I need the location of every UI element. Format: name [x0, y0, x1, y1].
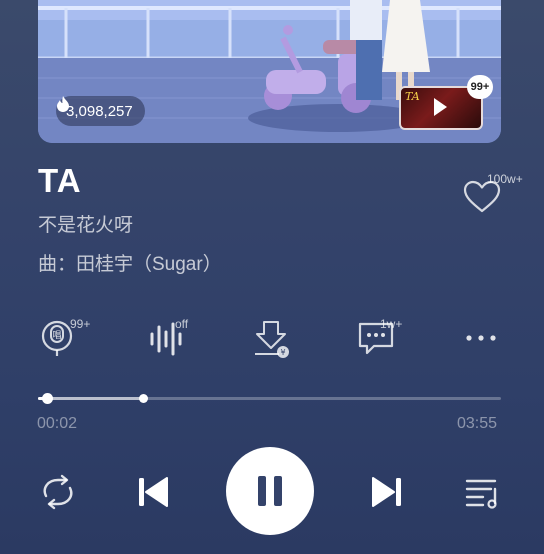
- next-icon: [372, 477, 401, 507]
- album-artwork[interactable]: 3,098,257 TA 99+: [38, 0, 501, 143]
- comment-count: 1w+: [380, 317, 403, 331]
- pause-icon: [258, 476, 282, 506]
- previous-icon: [139, 477, 168, 507]
- play-count-badge: 3,098,257: [56, 96, 145, 126]
- total-time: 03:55: [457, 415, 498, 432]
- next-button[interactable]: [364, 470, 408, 514]
- buffer-marker: [139, 394, 148, 403]
- pause-button[interactable]: [226, 447, 314, 535]
- mv-thumbnail-title: TA: [405, 90, 420, 103]
- song-title: TA: [38, 162, 82, 199]
- playlist-button[interactable]: [461, 470, 505, 514]
- fire-icon: [57, 96, 69, 112]
- svg-text:¥: ¥: [280, 348, 285, 357]
- buffered-progress: [38, 397, 145, 400]
- artist-name[interactable]: 不是花火呀: [38, 210, 133, 237]
- like-count: 100w+: [487, 172, 523, 186]
- download-button[interactable]: ¥: [249, 316, 293, 360]
- current-time: 00:02: [37, 415, 78, 432]
- sound-effect-status: off: [175, 317, 189, 331]
- download-icon: ¥: [255, 321, 289, 358]
- more-icon: [466, 335, 496, 341]
- previous-button[interactable]: [132, 470, 176, 514]
- loop-icon: [43, 474, 73, 510]
- play-count: 3,098,257: [66, 102, 133, 120]
- loop-button[interactable]: [36, 470, 80, 514]
- progress-thumb[interactable]: [41, 393, 53, 404]
- mv-count-badge: 99+: [467, 75, 493, 99]
- composer-credit: 曲：田桂宇（Sugar）: [38, 254, 222, 275]
- play-icon: [434, 98, 447, 116]
- sing-count: 99+: [70, 317, 91, 331]
- svg-text:唱: 唱: [52, 330, 61, 341]
- playlist-icon: [465, 479, 497, 509]
- more-button[interactable]: [459, 316, 503, 360]
